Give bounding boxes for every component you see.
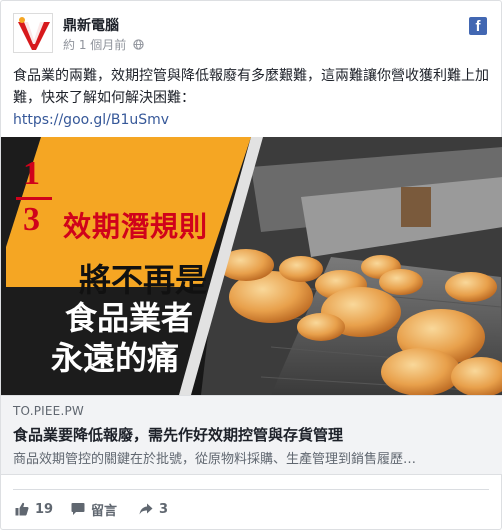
facebook-post-card: 鼎新電腦 約 1 個月前 f 食品業的兩難，效期控管與降低報廢有多麼艱難，這兩難…	[0, 0, 502, 530]
post-link[interactable]: https://goo.gl/B1uSmv	[13, 109, 491, 131]
facebook-icon: f	[469, 17, 487, 35]
like-button[interactable]: 19	[15, 499, 53, 519]
thumbs-up-icon	[15, 502, 29, 516]
comment-button[interactable]: 留言	[71, 499, 117, 519]
share-count: 3	[159, 501, 169, 517]
share-icon	[139, 503, 153, 515]
digiwin-logo-icon	[14, 14, 52, 52]
globe-icon	[133, 39, 144, 50]
fraction-top: 1	[23, 155, 40, 192]
page-avatar[interactable]	[13, 13, 53, 53]
comment-icon	[71, 503, 85, 515]
link-preview[interactable]: TO.PIEE.PW 食品業要降低報廢，需先作好效期控管與存貨管理 商品效期管控…	[1, 395, 502, 475]
page-name[interactable]: 鼎新電腦	[63, 15, 119, 35]
post-header: 鼎新電腦 約 1 個月前 f	[13, 13, 489, 55]
share-button[interactable]: 3	[139, 499, 168, 519]
image-line-3: 永遠的痛	[51, 339, 180, 377]
post-image[interactable]: 1 3 效期潛規則 將不再是 食品業者 永遠的痛	[1, 137, 502, 395]
image-headline: 效期潛規則	[63, 210, 209, 243]
link-domain: TO.PIEE.PW	[13, 404, 84, 418]
fraction-bar	[16, 197, 52, 200]
link-description: 商品效期管控的關鍵在於批號，從原物料採購、生產管理到銷售履歷…	[13, 452, 417, 467]
link-title[interactable]: 食品業要降低報廢，需先作好效期控管與存貨管理	[13, 424, 343, 445]
post-time-text[interactable]: 約 1 個月前	[63, 38, 126, 52]
actions-divider	[13, 489, 489, 490]
like-count: 19	[35, 501, 54, 517]
post-timestamp[interactable]: 約 1 個月前	[63, 36, 144, 53]
post-message-text: 食品業的兩難，效期控管與降低報廢有多麼艱難，這兩難讓你營收獲利難上加難，快來了解…	[13, 68, 489, 106]
post-message: 食品業的兩難，效期控管與降低報廢有多麼艱難，這兩難讓你營收獲利難上加難，快來了解…	[13, 65, 491, 131]
fraction-bottom: 3	[23, 201, 40, 238]
comment-label: 留言	[91, 503, 118, 519]
